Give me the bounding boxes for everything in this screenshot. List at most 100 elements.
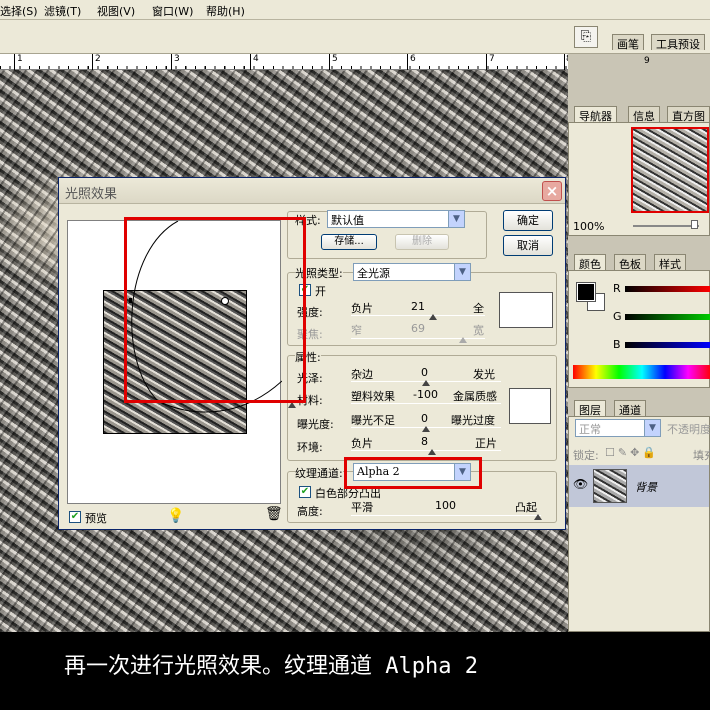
menu-view[interactable]: 视图(V) <box>97 3 135 19</box>
blend-mode-select[interactable]: 正常 ▼ <box>575 419 661 437</box>
foreground-color-swatch[interactable] <box>576 282 596 302</box>
ruler-mark: 1 <box>17 54 23 64</box>
eye-icon[interactable]: 👁 <box>573 477 588 491</box>
ambience-value[interactable]: 8 <box>421 435 428 448</box>
tab-layers[interactable]: 图层 <box>574 400 606 417</box>
close-icon[interactable]: × <box>542 181 562 201</box>
layers-panel: 正常 ▼ 不透明度 锁定: ☐✎✥🔒 填充 👁 背景 <box>568 416 710 632</box>
ambient-color-swatch[interactable] <box>509 388 551 424</box>
dialog-titlebar[interactable]: 光照效果 × <box>59 178 565 204</box>
light-color-swatch[interactable] <box>499 292 553 328</box>
lock-label: 锁定: <box>573 449 599 462</box>
zoom-slider[interactable] <box>633 225 699 227</box>
style-value: 默认值 <box>331 214 364 227</box>
exposure-max: 曝光过度 <box>451 414 495 427</box>
menu-window[interactable]: 窗口(W) <box>152 3 193 19</box>
intensity-min: 负片 <box>351 302 373 315</box>
blue-slider[interactable] <box>625 342 710 348</box>
layer-name[interactable]: 背景 <box>635 479 657 495</box>
intensity-max: 全 <box>473 302 484 315</box>
ruler-mark: 3 <box>174 54 180 64</box>
caption-text: 再一次进行光照效果。纹理通道 Alpha 2 <box>64 654 478 679</box>
gloss-max: 发光 <box>473 368 495 381</box>
ambience-slider-knob[interactable] <box>428 449 436 455</box>
ambience-label: 环境: <box>297 441 323 454</box>
tab-color[interactable]: 颜色 <box>574 254 606 271</box>
light-type-value: 全光源 <box>357 267 390 280</box>
intensity-slider-knob[interactable] <box>429 314 437 320</box>
height-label: 高度: <box>297 505 323 518</box>
texture-channel-label: 纹理通道: <box>295 465 343 481</box>
light-bulb-icon[interactable]: 💡 <box>167 508 184 524</box>
channel-g-label: G <box>613 310 622 323</box>
tab-histogram[interactable]: 直方图 <box>667 106 710 123</box>
tab-navigator[interactable]: 导航器 <box>574 106 617 123</box>
menu-select[interactable]: 选择(S) <box>0 3 38 19</box>
trash-icon[interactable]: 🗑 <box>265 506 283 522</box>
preview-label: 预览 <box>85 512 107 525</box>
menu-help[interactable]: 帮助(H) <box>206 3 245 19</box>
gloss-value[interactable]: 0 <box>421 366 428 379</box>
highlight-light-box <box>124 217 306 403</box>
opacity-label: 不透明度 <box>667 423 710 436</box>
height-slider[interactable] <box>351 515 541 516</box>
focus-slider-knob[interactable] <box>459 337 467 343</box>
navigator-panel: 100% <box>568 122 710 236</box>
white-high-checkbox[interactable]: ✔ <box>299 486 311 498</box>
dialog-title: 光照效果 <box>65 187 118 202</box>
focus-value: 69 <box>411 322 425 335</box>
zoom-value[interactable]: 100% <box>573 220 604 233</box>
zoom-slider-knob[interactable] <box>691 220 698 229</box>
gloss-min: 杂边 <box>351 368 373 381</box>
palette-well-icon[interactable]: ⎘ <box>574 26 598 48</box>
lock-icons[interactable]: ☐✎✥🔒 <box>605 446 659 459</box>
delete-button[interactable]: 删除 <box>395 234 449 250</box>
red-slider[interactable] <box>625 286 710 292</box>
exposure-slider-knob[interactable] <box>422 426 430 432</box>
green-slider[interactable] <box>625 314 710 320</box>
ruler-mark: 6 <box>410 54 416 64</box>
ambience-max: 正片 <box>475 437 497 450</box>
intensity-slider[interactable] <box>351 315 485 316</box>
height-value[interactable]: 100 <box>435 499 456 512</box>
menu-filter[interactable]: 滤镜(T) <box>44 3 81 19</box>
tab-channels[interactable]: 通道 <box>614 400 646 417</box>
preview-checkbox[interactable]: ✔ <box>69 511 81 523</box>
color-ramp[interactable] <box>573 365 710 379</box>
height-min: 平滑 <box>351 501 373 514</box>
color-panel: R G B <box>568 270 710 388</box>
style-select[interactable]: 默认值 ▼ <box>327 210 465 228</box>
height-slider-knob[interactable] <box>534 514 542 520</box>
material-slider[interactable] <box>351 403 501 404</box>
menu-bar: 选择(S) 滤镜(T) 视图(V) 窗口(W) 帮助(H) <box>0 0 710 20</box>
navigator-thumbnail[interactable] <box>631 127 709 213</box>
gloss-slider-knob[interactable] <box>422 380 430 386</box>
tab-brushes[interactable]: 画笔 <box>612 34 644 51</box>
exposure-label: 曝光度: <box>297 418 334 431</box>
horizontal-ruler: 1 2 3 4 5 6 7 8 <box>0 54 572 70</box>
light-type-select[interactable]: 全光源 ▼ <box>353 263 471 281</box>
ambience-slider[interactable] <box>351 450 501 451</box>
tab-info[interactable]: 信息 <box>628 106 660 123</box>
tab-swatches[interactable]: 色板 <box>614 254 646 271</box>
ruler-mark: 4 <box>253 54 259 64</box>
layer-row[interactable]: 👁 背景 <box>569 465 709 507</box>
height-max: 凸起 <box>515 501 537 514</box>
exposure-min: 曝光不足 <box>351 414 395 427</box>
material-value[interactable]: -100 <box>413 388 438 401</box>
ambience-min: 负片 <box>351 437 373 450</box>
ok-button[interactable]: 确定 <box>503 210 553 231</box>
channel-r-label: R <box>613 282 621 295</box>
tab-styles[interactable]: 样式 <box>654 254 686 271</box>
highlight-texture-box <box>344 457 482 489</box>
material-max: 金属质感 <box>453 390 497 403</box>
save-button[interactable]: 存储... <box>321 234 377 250</box>
caption-bar: 再一次进行光照效果。纹理通道 Alpha 2 <box>0 632 710 710</box>
intensity-value[interactable]: 21 <box>411 300 425 313</box>
tab-tool-presets[interactable]: 工具预设 <box>651 34 705 51</box>
channel-b-label: B <box>613 338 621 351</box>
material-min: 塑料效果 <box>351 390 395 403</box>
cancel-button[interactable]: 取消 <box>503 235 553 256</box>
ruler-mark: 7 <box>489 54 495 64</box>
exposure-value[interactable]: 0 <box>421 412 428 425</box>
